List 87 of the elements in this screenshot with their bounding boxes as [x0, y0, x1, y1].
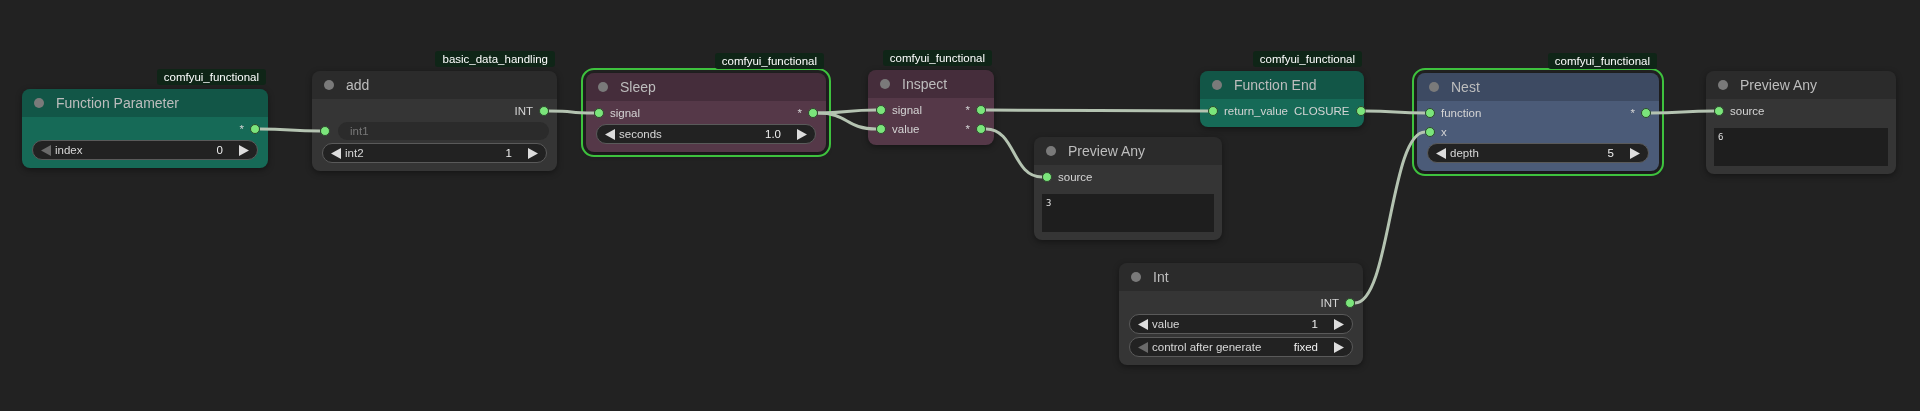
title-dot-icon[interactable] [34, 98, 44, 108]
node-header[interactable]: Nest [1417, 73, 1659, 101]
decrement-arrow-icon[interactable] [605, 128, 615, 140]
number-field[interactable]: seconds 1.0 [596, 124, 816, 144]
slot-label: INT [514, 105, 533, 117]
input-slot-icon[interactable] [320, 126, 330, 136]
node-title: Preview Any [1068, 143, 1146, 159]
decrement-arrow-icon[interactable] [331, 147, 341, 159]
source-badge: comfyui_functional [714, 53, 824, 69]
slot-label: value [892, 123, 920, 135]
source-badge: basic_data_handling [435, 51, 555, 67]
preview-text-box: 3 [1042, 194, 1214, 232]
slot-label: CLOSURE [1293, 105, 1350, 117]
node-card[interactable]: Int INT value 1 control after generate fixed [1119, 263, 1363, 365]
title-dot-icon[interactable] [1131, 272, 1141, 282]
output-slot-icon[interactable] [539, 106, 549, 116]
node-title: Nest [1451, 79, 1480, 95]
node-header[interactable]: add [312, 71, 557, 99]
output-slot-icon[interactable] [808, 108, 818, 118]
node-title: add [346, 77, 370, 93]
title-dot-icon[interactable] [880, 79, 890, 89]
node-title: Preview Any [1740, 77, 1818, 93]
increment-arrow-icon[interactable] [239, 144, 249, 156]
node-card[interactable]: Preview Any source 3 [1034, 137, 1222, 240]
slot-label: return_value [1224, 105, 1288, 117]
node-title: Inspect [902, 76, 948, 92]
slot-label: INT [1320, 297, 1339, 309]
increment-arrow-icon[interactable] [1334, 318, 1344, 330]
title-dot-icon[interactable] [598, 82, 608, 92]
preview-text-box: 6 [1714, 128, 1888, 166]
input-slot-icon[interactable] [1208, 106, 1218, 116]
slot-label: x [1441, 126, 1447, 138]
node-card[interactable]: Preview Any source 6 [1706, 71, 1896, 174]
increment-arrow-icon[interactable] [528, 147, 538, 159]
title-dot-icon[interactable] [1212, 80, 1222, 90]
link-wire [985, 127, 1043, 179]
node-title: Function Parameter [56, 95, 179, 111]
slot-label: * [965, 123, 970, 135]
node-header[interactable]: Inspect [868, 70, 994, 98]
node-header[interactable]: Function End [1200, 71, 1364, 99]
slot-label: * [239, 123, 244, 135]
title-dot-icon[interactable] [1429, 82, 1439, 92]
slot-label: * [965, 104, 970, 116]
source-badge: comfyui_functional [1547, 53, 1657, 69]
link-wire [549, 109, 594, 115]
increment-arrow-icon[interactable] [797, 128, 807, 140]
number-field[interactable]: index 0 [32, 140, 258, 160]
slot-label: signal [610, 107, 641, 119]
input-slot-icon[interactable] [1042, 172, 1052, 182]
combo-field[interactable]: control after generate fixed [1129, 337, 1353, 357]
node-header[interactable]: Function Parameter [22, 89, 268, 117]
output-slot-icon[interactable] [1641, 108, 1651, 118]
decrement-arrow-icon[interactable] [1138, 318, 1148, 330]
number-field[interactable]: value 1 [1129, 314, 1353, 334]
slot-label: * [1630, 107, 1635, 119]
source-badge: comfyui_functional [156, 69, 266, 85]
increment-arrow-icon[interactable] [1630, 147, 1640, 159]
node-title: Int [1153, 269, 1169, 285]
socket-field: int1 [338, 122, 549, 140]
node-header[interactable]: Preview Any [1706, 71, 1896, 99]
output-slot-icon[interactable] [1355, 106, 1366, 116]
node-title: Sleep [620, 79, 656, 95]
node-header[interactable]: Sleep [586, 73, 826, 101]
slot-label: signal [892, 104, 923, 116]
node-title: Function End [1234, 77, 1317, 93]
input-slot-icon[interactable] [1714, 106, 1724, 116]
output-slot-icon[interactable] [250, 124, 260, 134]
link-wire [1365, 109, 1425, 115]
output-slot-icon[interactable] [1345, 298, 1355, 308]
source-badge: comfyui_functional [882, 50, 992, 66]
slot-label: function [1441, 107, 1482, 119]
number-field[interactable]: int2 1 [322, 143, 547, 163]
link-wire [1651, 109, 1714, 115]
decrement-arrow-icon[interactable] [1436, 147, 1446, 159]
title-dot-icon[interactable] [1046, 146, 1056, 156]
number-field[interactable]: depth 5 [1427, 143, 1649, 163]
slot-label: * [797, 107, 802, 119]
title-dot-icon[interactable] [1718, 80, 1728, 90]
input-slot-icon[interactable] [594, 108, 604, 118]
increment-arrow-icon[interactable] [1334, 341, 1344, 353]
title-dot-icon[interactable] [324, 80, 334, 90]
node-header[interactable]: Preview Any [1034, 137, 1222, 165]
source-badge: comfyui_functional [1252, 51, 1362, 67]
node-header[interactable]: Int [1119, 263, 1363, 291]
link-wire [260, 127, 320, 133]
slot-label: source [1058, 171, 1093, 183]
slot-label: source [1730, 105, 1765, 117]
